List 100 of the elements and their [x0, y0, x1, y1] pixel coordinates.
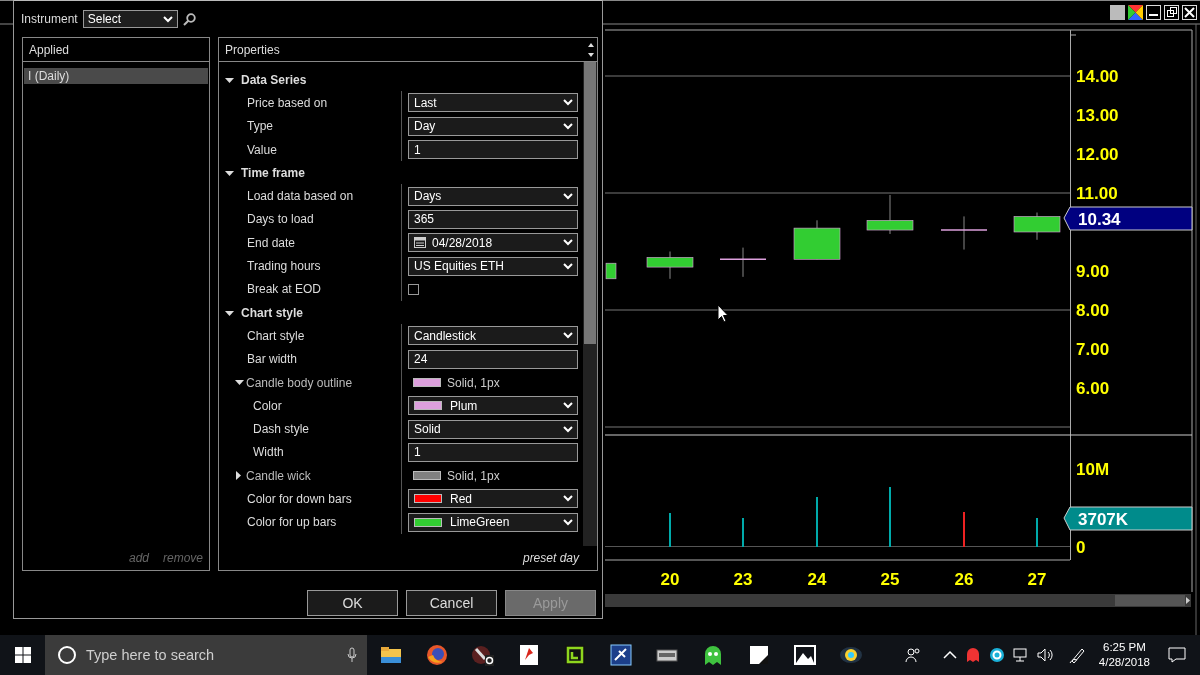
checkbox[interactable] — [408, 283, 419, 295]
clock-date[interactable]: 4/28/2018 — [1098, 655, 1150, 670]
section-header[interactable]: Time frame — [241, 165, 305, 180]
app-icon[interactable] — [517, 643, 541, 667]
chevron-down-icon — [563, 425, 573, 433]
property-label: Type — [247, 119, 273, 134]
candle — [940, 215, 988, 251]
dropdown[interactable]: Days — [408, 186, 578, 206]
input-field[interactable]: 1 — [408, 140, 578, 160]
chevron-down-icon — [563, 332, 573, 340]
chevron-down-icon — [563, 122, 573, 130]
property-label: Candle wick — [246, 468, 311, 483]
section-header[interactable]: Data Series — [241, 72, 307, 87]
property-label: Candle body outline — [246, 375, 353, 390]
candle — [646, 251, 694, 280]
color-dropdown[interactable]: Red — [408, 489, 578, 509]
chevron-down-icon — [563, 262, 573, 270]
chevron-down-icon — [563, 402, 573, 410]
date-axis-label: 23 — [733, 570, 753, 589]
date-axis-label: 24 — [807, 570, 827, 589]
property-label: Color for down bars — [247, 492, 352, 506]
volume-axis-label: 10M — [1076, 460, 1110, 479]
picture-frame-icon[interactable] — [793, 643, 817, 667]
horizontal-scrollbar[interactable] — [605, 594, 1191, 607]
input-field[interactable]: 24 — [408, 349, 578, 369]
date-axis-label: 20 — [660, 570, 680, 589]
expanded-triangle-icon[interactable] — [234, 379, 244, 386]
chevron-down-icon — [162, 15, 173, 23]
property-label: Value — [247, 142, 277, 157]
vertical-scrollbar[interactable] — [583, 62, 597, 546]
candle — [1013, 212, 1061, 241]
window-buttons-drawing[interactable] — [1110, 5, 1197, 20]
dialog-button[interactable]: Cancel — [406, 590, 497, 616]
price-axis-label: 7.00 — [1076, 340, 1110, 359]
microphone-icon[interactable] — [347, 647, 357, 663]
property-label: Dash style — [253, 422, 310, 437]
search-icon[interactable] — [182, 12, 196, 26]
expanded-triangle-icon[interactable] — [225, 77, 234, 84]
dropdown[interactable]: US Equities ETH — [408, 256, 578, 276]
volume-axis-label: 0 — [1076, 538, 1086, 557]
link[interactable]: add — [128, 551, 149, 565]
caret-up-icon[interactable] — [942, 650, 957, 660]
expanded-triangle-icon[interactable] — [225, 310, 234, 317]
property-label: Break at EOD — [247, 282, 322, 297]
summary-text: Solid, 1px — [447, 468, 500, 483]
instrument-label: Instrument — [21, 12, 78, 26]
panel-title: Applied — [29, 42, 70, 57]
color-dropdown[interactable]: Plum — [408, 396, 578, 416]
dropdown[interactable]: Candlestick — [408, 326, 578, 346]
search-icon — [57, 645, 77, 665]
dropdown[interactable]: Last — [408, 93, 578, 113]
candle — [866, 194, 914, 235]
date-axis-label: 25 — [880, 570, 900, 589]
preset-label: preset day — [522, 551, 579, 565]
search-field[interactable]: Type here to search — [45, 635, 367, 675]
app-tray-icon[interactable] — [988, 647, 1005, 663]
input-field[interactable]: 365 — [408, 209, 578, 229]
browser-icon[interactable] — [425, 643, 449, 667]
expanded-triangle-icon[interactable] — [225, 170, 234, 177]
property-label: Width — [253, 445, 284, 460]
date-dropdown[interactable]: 04/28/2018 — [408, 233, 578, 253]
property-label: Color for up bars — [247, 515, 337, 530]
input-field[interactable]: 1 — [408, 442, 578, 462]
app-icon[interactable] — [471, 643, 495, 667]
dropdown[interactable]: Solid — [408, 419, 578, 439]
candle — [605, 262, 617, 280]
instrument-dropdown[interactable]: Select — [82, 10, 178, 28]
pen-icon[interactable] — [1068, 646, 1087, 664]
candle — [793, 219, 841, 260]
start-icon[interactable] — [14, 647, 31, 663]
dropdown[interactable]: Day — [408, 116, 578, 136]
applied-item[interactable]: I (Daily) — [24, 68, 208, 84]
network-icon[interactable] — [1012, 647, 1029, 663]
date-axis-label: 26 — [954, 570, 974, 589]
people-icon[interactable] — [904, 647, 921, 663]
candle — [719, 247, 767, 278]
property-label: End date — [247, 235, 296, 250]
color-dropdown[interactable]: LimeGreen — [408, 512, 578, 532]
note-icon[interactable] — [747, 643, 771, 667]
clock-time[interactable]: 6:25 PM — [1103, 640, 1146, 655]
volume-icon[interactable] — [1036, 647, 1055, 663]
section-header[interactable]: Chart style — [241, 305, 304, 320]
property-label: Price based on — [247, 95, 328, 110]
link[interactable]: remove — [163, 551, 203, 565]
collapsed-triangle-icon[interactable] — [236, 471, 242, 481]
property-label: Days to load — [247, 212, 314, 227]
date-axis-label: 27 — [1027, 570, 1047, 589]
property-label: Load data based on — [247, 189, 354, 204]
chevron-down-icon — [563, 192, 573, 200]
panel-title: Properties — [225, 42, 280, 57]
property-label: Color — [253, 398, 282, 413]
price-marker: 10.34 — [1063, 206, 1193, 231]
notification-icon[interactable] — [1168, 647, 1186, 663]
price-axis-label: 12.00 — [1076, 145, 1119, 164]
app-icon[interactable] — [563, 643, 587, 667]
cursor-icon — [717, 304, 729, 323]
dialog-button[interactable]: OK — [307, 590, 398, 616]
property-label: Chart style — [247, 328, 305, 343]
chevron-down-icon — [563, 239, 573, 247]
satellite-icon[interactable] — [609, 643, 633, 667]
